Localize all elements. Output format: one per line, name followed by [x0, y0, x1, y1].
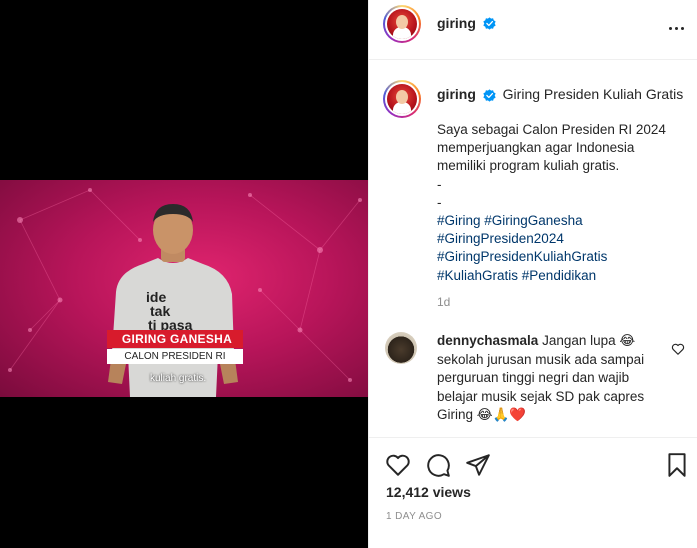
hashtag-link[interactable]: #Giring #GiringGanesha: [437, 212, 677, 230]
view-count[interactable]: 12,412 views: [386, 484, 471, 500]
caption-age[interactable]: 1d: [437, 295, 450, 309]
author-line: giring: [437, 15, 497, 33]
caption-text: Saya sebagai Calon Presiden RI 2024 memp…: [437, 122, 666, 174]
comment-body: dennychasmala Jangan lupa 😂 sekolah juru…: [437, 332, 662, 425]
view-count-number: 12,412: [386, 484, 429, 500]
verified-badge-icon: [483, 17, 497, 30]
share-paper-plane-icon[interactable]: [465, 452, 491, 478]
action-bar: [385, 452, 690, 478]
like-comment-heart-icon[interactable]: [671, 342, 685, 356]
comments-area: giring Giring Presiden Kuliah Gratis Say…: [369, 60, 697, 438]
hashtag-link[interactable]: #GiringPresiden2024: [437, 230, 677, 248]
presenter-figure: ide tak ti pasa: [108, 204, 238, 397]
more-horizontal-icon: [668, 26, 672, 30]
video-subtitle: kuliah gratis.: [150, 373, 207, 384]
save-bookmark-icon[interactable]: [664, 452, 690, 478]
lower-third-title: CALON PRESIDEN RI: [107, 349, 243, 364]
caption-body: Saya sebagai Calon Presiden RI 2024 memp…: [437, 121, 677, 285]
caption-title: Giring Presiden Kuliah Gratis: [502, 86, 684, 102]
commenter-username[interactable]: dennychasmala: [437, 333, 538, 348]
lower-third-name: GIRING GANESHA: [107, 330, 243, 348]
caption-header: giring Giring Presiden Kuliah Gratis: [437, 86, 683, 102]
commenter-avatar[interactable]: [385, 332, 417, 364]
caption-dash: -: [437, 194, 442, 210]
hashtag-link[interactable]: #GiringPresidenKuliahGratis: [437, 248, 677, 266]
hashtag-link[interactable]: #KuliahGratis #Pendidikan: [437, 267, 677, 285]
caption-username[interactable]: giring: [437, 86, 476, 102]
author-username[interactable]: giring: [437, 15, 476, 31]
post-date[interactable]: 1 DAY AGO: [386, 511, 442, 522]
post-media: ide tak ti pasa GIRING GANESHA CALON PRE…: [0, 0, 368, 548]
author-avatar[interactable]: [383, 5, 421, 43]
view-count-label: views: [432, 484, 471, 500]
more-options-button[interactable]: [664, 16, 688, 40]
caption-dash: -: [437, 176, 442, 192]
caption-author-avatar[interactable]: [383, 80, 421, 118]
like-heart-icon[interactable]: [385, 452, 411, 478]
comment-bubble-icon[interactable]: [425, 452, 451, 478]
verified-badge-icon: [483, 89, 496, 102]
post-side-panel: giring giring Giring Presiden Kuliah Gra…: [368, 0, 697, 548]
lower-third: GIRING GANESHA CALON PRESIDEN RI: [107, 330, 243, 364]
post-header: giring: [369, 0, 697, 60]
video-player[interactable]: ide tak ti pasa GIRING GANESHA CALON PRE…: [0, 180, 368, 397]
